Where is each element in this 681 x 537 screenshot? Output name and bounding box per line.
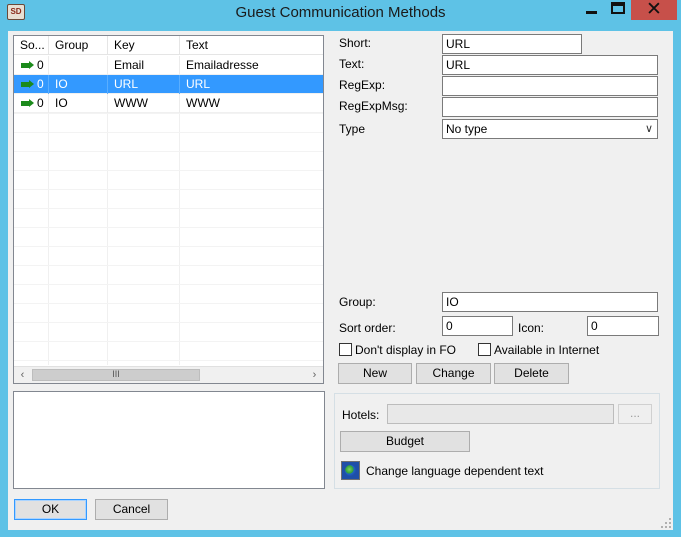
hotels-label: Hotels: [342,408,380,422]
regexpmsg-label: RegExpMsg: [339,99,408,113]
grid-empty-area [14,113,323,365]
available-internet-label: Available in Internet [494,343,600,357]
scroll-right-icon[interactable]: › [306,367,323,383]
hotels-groupbox: Hotels: ... Budget Change language depen… [334,393,660,489]
table-row-selected[interactable]: 0 IO URL URL [14,75,323,94]
column-header-text[interactable]: Text [180,36,323,55]
dont-display-label: Don't display in FO [355,343,456,357]
change-language-label[interactable]: Change language dependent text [366,464,544,478]
resize-grip-icon[interactable] [661,518,671,528]
sort-cell: 0 [14,75,49,94]
scroll-thumb[interactable]: III [32,369,200,381]
window: SD Guest Communication Methods ✕ So... G… [0,0,681,537]
close-icon: ✕ [646,0,662,20]
sort-cell: 0 [14,94,49,113]
sort-cell: 0 [14,56,49,75]
type-select-value: No type [446,122,488,136]
column-header-group[interactable]: Group [49,36,108,55]
sort-value: 0 [37,77,44,91]
regexp-field[interactable] [442,76,658,96]
change-button[interactable]: Change [416,363,491,384]
column-header-sort[interactable]: So... [14,36,49,55]
horizontal-scrollbar[interactable]: ‹ III › [14,366,323,383]
dialog-body: So... Group Key Text 0 Email Emailadress… [8,31,673,530]
type-label: Type [339,122,366,136]
globe-icon[interactable] [341,461,360,480]
cancel-button[interactable]: Cancel [95,499,168,520]
short-label: Short: [339,36,372,50]
row-arrow-icon [21,61,34,69]
dont-display-checkbox[interactable] [339,343,352,356]
key-cell: WWW [108,94,180,113]
budget-button[interactable]: Budget [340,431,470,452]
scroll-left-icon[interactable]: ‹ [14,367,31,383]
sort-value: 0 [37,58,44,72]
key-cell: URL [108,75,180,94]
delete-button[interactable]: Delete [494,363,569,384]
new-button[interactable]: New [338,363,412,384]
table-row[interactable]: 0 IO WWW WWW [14,94,323,113]
notes-box[interactable] [13,391,325,489]
minimize-button[interactable] [578,0,605,20]
key-cell: Email [108,56,180,75]
text-cell: WWW [186,96,220,110]
table-row[interactable]: 0 Email Emailadresse [14,56,323,75]
group-cell [49,56,108,75]
sort-order-label: Sort order: [339,321,396,335]
maximize-icon [611,2,625,14]
icon-label: Icon: [518,321,545,335]
group-cell: IO [49,94,108,113]
methods-grid[interactable]: So... Group Key Text 0 Email Emailadress… [13,35,324,384]
type-select[interactable]: No type ∨ [442,119,658,139]
chevron-down-icon: ∨ [644,123,653,135]
text-field[interactable]: URL [442,55,658,75]
column-header-key[interactable]: Key [108,36,180,55]
maximize-button[interactable] [605,0,631,20]
hotels-field[interactable] [387,404,614,424]
available-internet-checkbox[interactable] [478,343,491,356]
row-arrow-icon [21,80,34,88]
text-label: Text: [339,57,365,71]
grid-header: So... Group Key Text [14,36,323,55]
group-field[interactable]: IO [442,292,658,312]
close-button[interactable]: ✕ [631,0,677,20]
minimize-icon [586,11,597,14]
title-bar[interactable]: SD Guest Communication Methods ✕ [0,0,681,26]
text-cell: URL [186,77,211,91]
short-field[interactable]: URL [442,34,582,54]
row-arrow-icon [21,99,34,107]
hotels-browse-button[interactable]: ... [618,404,652,424]
group-label: Group: [339,295,376,309]
text-cell: Emailadresse [186,58,259,72]
sort-order-field[interactable]: 0 [442,316,513,336]
ok-button[interactable]: OK [14,499,87,520]
sort-value: 0 [37,96,44,110]
regexp-label: RegExp: [339,78,386,92]
regexpmsg-field[interactable] [442,97,658,117]
icon-field[interactable]: 0 [587,316,659,336]
group-cell: IO [49,75,108,94]
